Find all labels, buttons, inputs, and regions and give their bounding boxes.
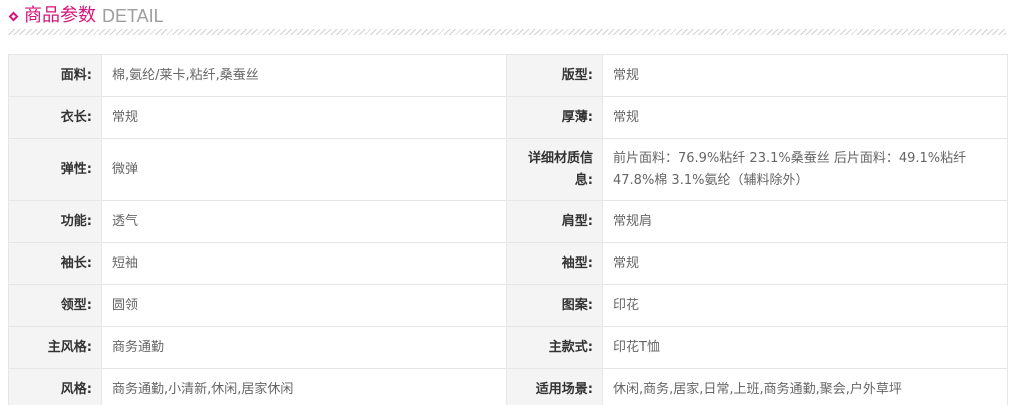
param-value: 圆领 — [101, 284, 507, 327]
product-params-table: 面料: 棉,氨纶/莱卡,粘纤,桑蚕丝 版型: 常规 衣长: 常规 厚薄: 常规 … — [8, 54, 1008, 405]
param-label: 图案: — [506, 284, 603, 327]
param-value: 休闲,商务,居家,日常,上班,商务通勤,聚会,户外草坪 — [602, 368, 1008, 405]
table-row: 领型: 圆领 图案: 印花 — [8, 284, 1008, 327]
param-label: 肩型: — [506, 200, 603, 243]
param-value: 商务通勤,小清新,休闲,居家休闲 — [101, 368, 507, 405]
param-value: 常规 — [602, 54, 1008, 97]
param-label: 适用场景: — [506, 368, 603, 405]
param-value: 常规 — [602, 242, 1008, 285]
param-label: 风格: — [8, 368, 102, 405]
param-label: 袖型: — [506, 242, 603, 285]
param-value: 微弹 — [101, 138, 507, 201]
param-label: 袖长: — [8, 242, 102, 285]
param-label: 领型: — [8, 284, 102, 327]
param-label: 主风格: — [8, 326, 102, 369]
param-label: 功能: — [8, 200, 102, 243]
hatched-divider — [8, 29, 1006, 35]
param-label: 衣长: — [8, 96, 102, 139]
table-row: 主风格: 商务通勤 主款式: 印花T恤 — [8, 326, 1008, 369]
param-value: 印花 — [602, 284, 1008, 327]
param-value: 短袖 — [101, 242, 507, 285]
param-label: 详细材质信息: — [506, 138, 603, 201]
table-row: 面料: 棉,氨纶/莱卡,粘纤,桑蚕丝 版型: 常规 — [8, 54, 1008, 97]
diamond-icon — [8, 11, 19, 21]
param-label: 厚薄: — [506, 96, 603, 139]
param-label: 面料: — [8, 54, 102, 97]
table-row: 衣长: 常规 厚薄: 常规 — [8, 96, 1008, 139]
table-row: 袖长: 短袖 袖型: 常规 — [8, 242, 1008, 285]
param-value: 透气 — [101, 200, 507, 243]
param-value: 常规 — [602, 96, 1008, 139]
table-row: 功能: 透气 肩型: 常规肩 — [8, 200, 1008, 243]
param-value: 前片面料：76.9%粘纤 23.1%桑蚕丝 后片面料：49.1%粘纤 47.8%… — [602, 138, 1008, 201]
table-row: 弹性: 微弹 详细材质信息: 前片面料：76.9%粘纤 23.1%桑蚕丝 后片面… — [8, 138, 1008, 201]
param-value: 常规肩 — [602, 200, 1008, 243]
section-heading: 商品参数 DETAIL — [8, 2, 164, 30]
param-value: 棉,氨纶/莱卡,粘纤,桑蚕丝 — [101, 54, 507, 97]
param-label: 版型: — [506, 54, 603, 97]
param-value: 常规 — [101, 96, 507, 139]
product-detail-page: 商品参数 DETAIL 面料: 棉,氨纶/莱卡,粘纤,桑蚕丝 版型: 常规 衣长… — [0, 0, 1014, 405]
param-value: 印花T恤 — [602, 326, 1008, 369]
table-row: 风格: 商务通勤,小清新,休闲,居家休闲 适用场景: 休闲,商务,居家,日常,上… — [8, 368, 1008, 405]
param-value: 商务通勤 — [101, 326, 507, 369]
section-title-cn: 商品参数 — [24, 5, 96, 26]
param-label: 主款式: — [506, 326, 603, 369]
param-label: 弹性: — [8, 138, 102, 201]
section-title-en: DETAIL — [102, 6, 164, 26]
